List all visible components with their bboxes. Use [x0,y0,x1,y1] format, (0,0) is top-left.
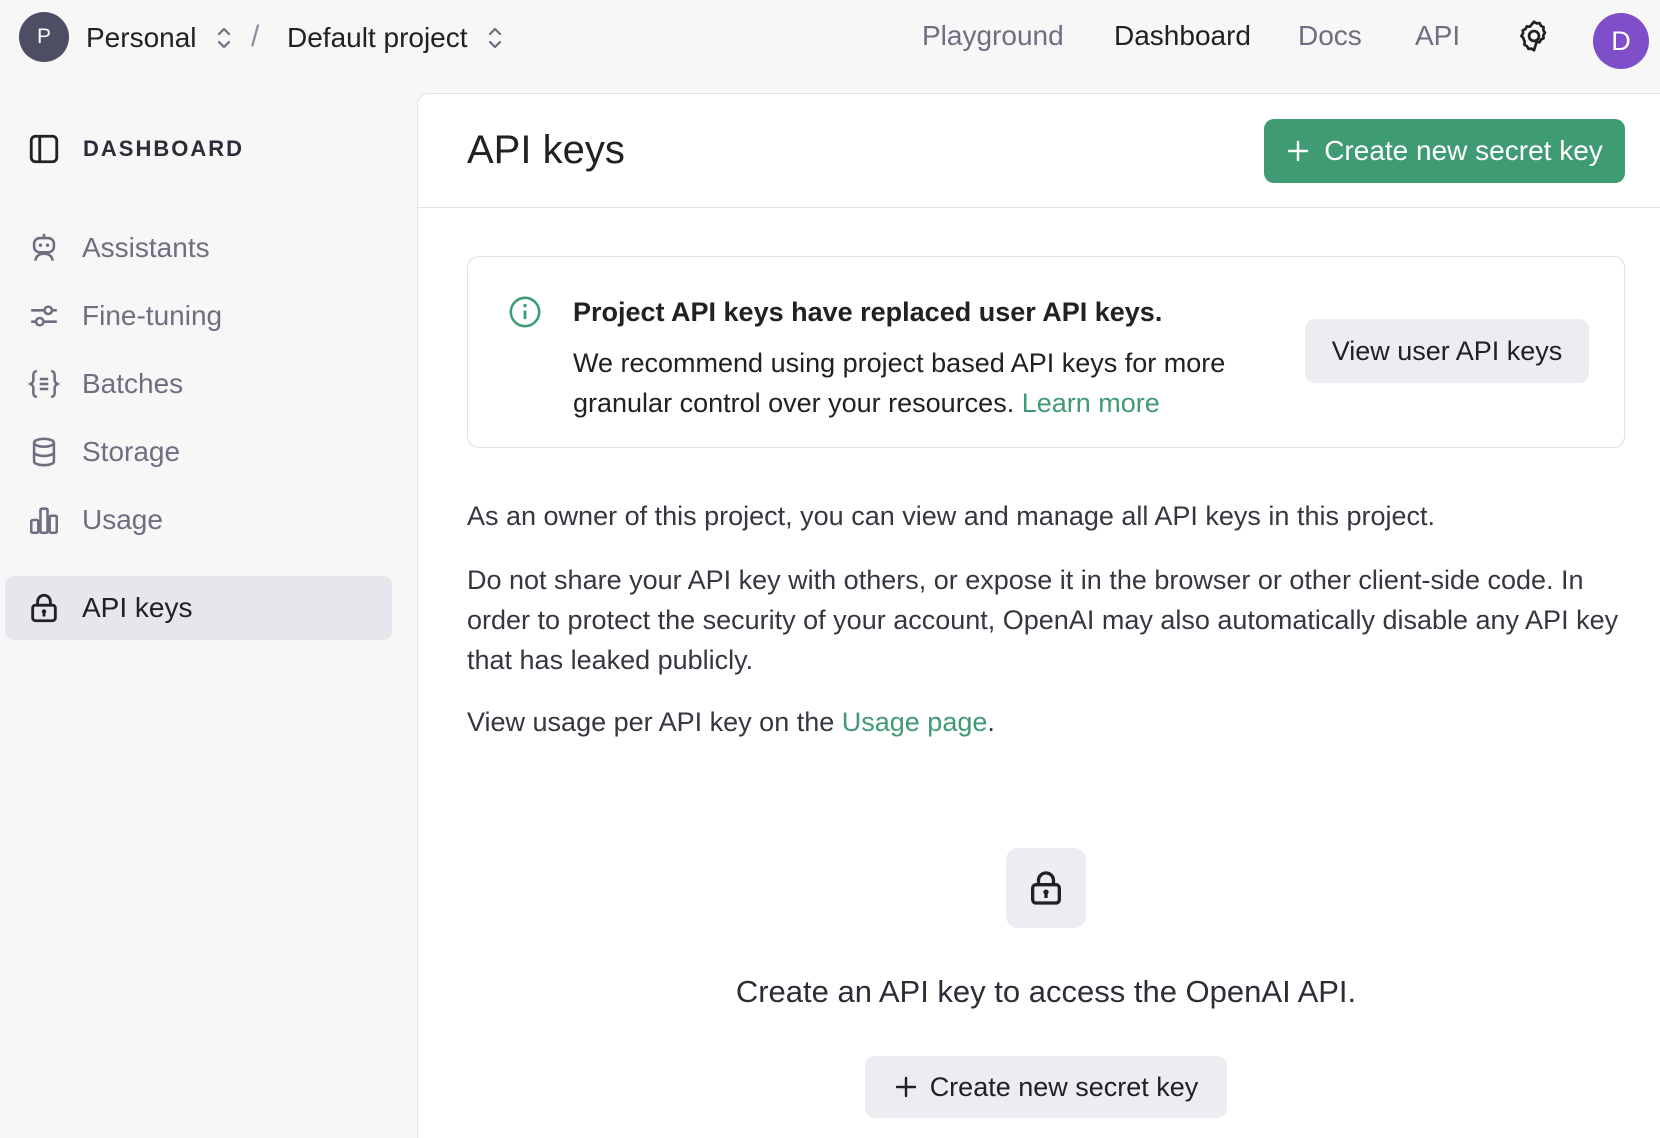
sidebar-item-label: API keys [82,592,193,623]
gear-icon[interactable] [1516,18,1552,54]
notice-title: Project API keys have replaced user API … [573,297,1163,327]
create-secret-key-button[interactable]: Create new secret key [1264,119,1625,183]
usage-suffix: . [987,707,995,737]
info-icon [509,296,541,328]
plus-icon [1288,140,1309,162]
org-switcher[interactable]: Personal [86,18,233,58]
main-panel: API keys Create new secret key Project A… [417,93,1660,1138]
user-initial: D [1611,25,1631,56]
view-user-api-keys-button[interactable]: View user API keys [1305,319,1589,383]
lock-icon [1031,871,1061,905]
nav-playground[interactable]: Playground [922,20,1064,52]
page-title: API keys [467,128,625,172]
owner-paragraph: As an owner of this project, you can vie… [467,501,1436,531]
sidebar-item-storage[interactable]: Storage [5,420,392,484]
warning-paragraph: Do not share your API key with others, o… [467,565,1619,675]
sidebar-panel-icon [29,134,59,164]
org-initial: P [36,25,51,48]
main-header: API keys Create new secret key [418,94,1660,208]
org-avatar[interactable]: P [19,12,69,62]
sidebar-item-assistants[interactable]: Assistants [5,216,392,280]
sidebar-item-batches[interactable]: Batches [5,352,392,416]
sliders-icon [31,305,57,327]
learn-more-link[interactable]: Learn more [1022,388,1160,418]
usage-paragraph: View usage per API key on the Usage page… [467,702,1627,742]
nav-dashboard[interactable]: Dashboard [1114,20,1251,52]
plus-icon [895,1076,916,1098]
chevron-updown-icon [488,27,501,49]
empty-state-create-key-label: Create new secret key [929,1071,1199,1102]
braces-icon [27,369,61,399]
notice-banner: Project API keys have replaced user API … [467,256,1625,448]
notice-body: We recommend using project based API key… [573,343,1273,423]
robot-icon [32,233,56,261]
project-name: Default project [287,22,468,53]
sidebar-item-label: Assistants [82,232,210,263]
create-secret-key-label: Create new secret key [1324,135,1603,166]
nav-docs[interactable]: Docs [1298,20,1362,52]
empty-state-title: Create an API key to access the OpenAI A… [735,974,1357,1009]
sidebar-item-label: Storage [82,436,181,467]
sidebar-header-label: DASHBOARD [83,136,244,161]
empty-state-lock-tile [1006,848,1086,928]
lock-icon [31,593,57,623]
nav-api[interactable]: API [1415,20,1460,52]
usage-prefix: View usage per API key on the [467,707,842,737]
bar-chart-icon [29,507,59,535]
sidebar-item-fine-tuning[interactable]: Fine-tuning [5,284,392,348]
sidebar-item-usage[interactable]: Usage [5,488,392,552]
sidebar-item-label: Batches [82,368,184,399]
breadcrumb-separator: / [251,20,260,53]
project-switcher[interactable]: Default project [287,18,504,58]
usage-page-link[interactable]: Usage page [842,707,988,737]
sidebar-item-label: Usage [82,504,163,535]
chevron-updown-icon [217,27,230,49]
top-navigation-bar: P Personal / Default project Playground … [0,0,1660,78]
org-name: Personal [86,22,197,53]
sidebar-item-api-keys[interactable]: API keys [5,576,392,640]
empty-state-create-key-button[interactable]: Create new secret key [865,1056,1227,1118]
sidebar-header[interactable]: DASHBOARD [27,132,244,166]
user-avatar[interactable]: D [1593,13,1649,69]
sidebar-item-label: Fine-tuning [82,300,223,331]
database-icon [32,437,56,467]
